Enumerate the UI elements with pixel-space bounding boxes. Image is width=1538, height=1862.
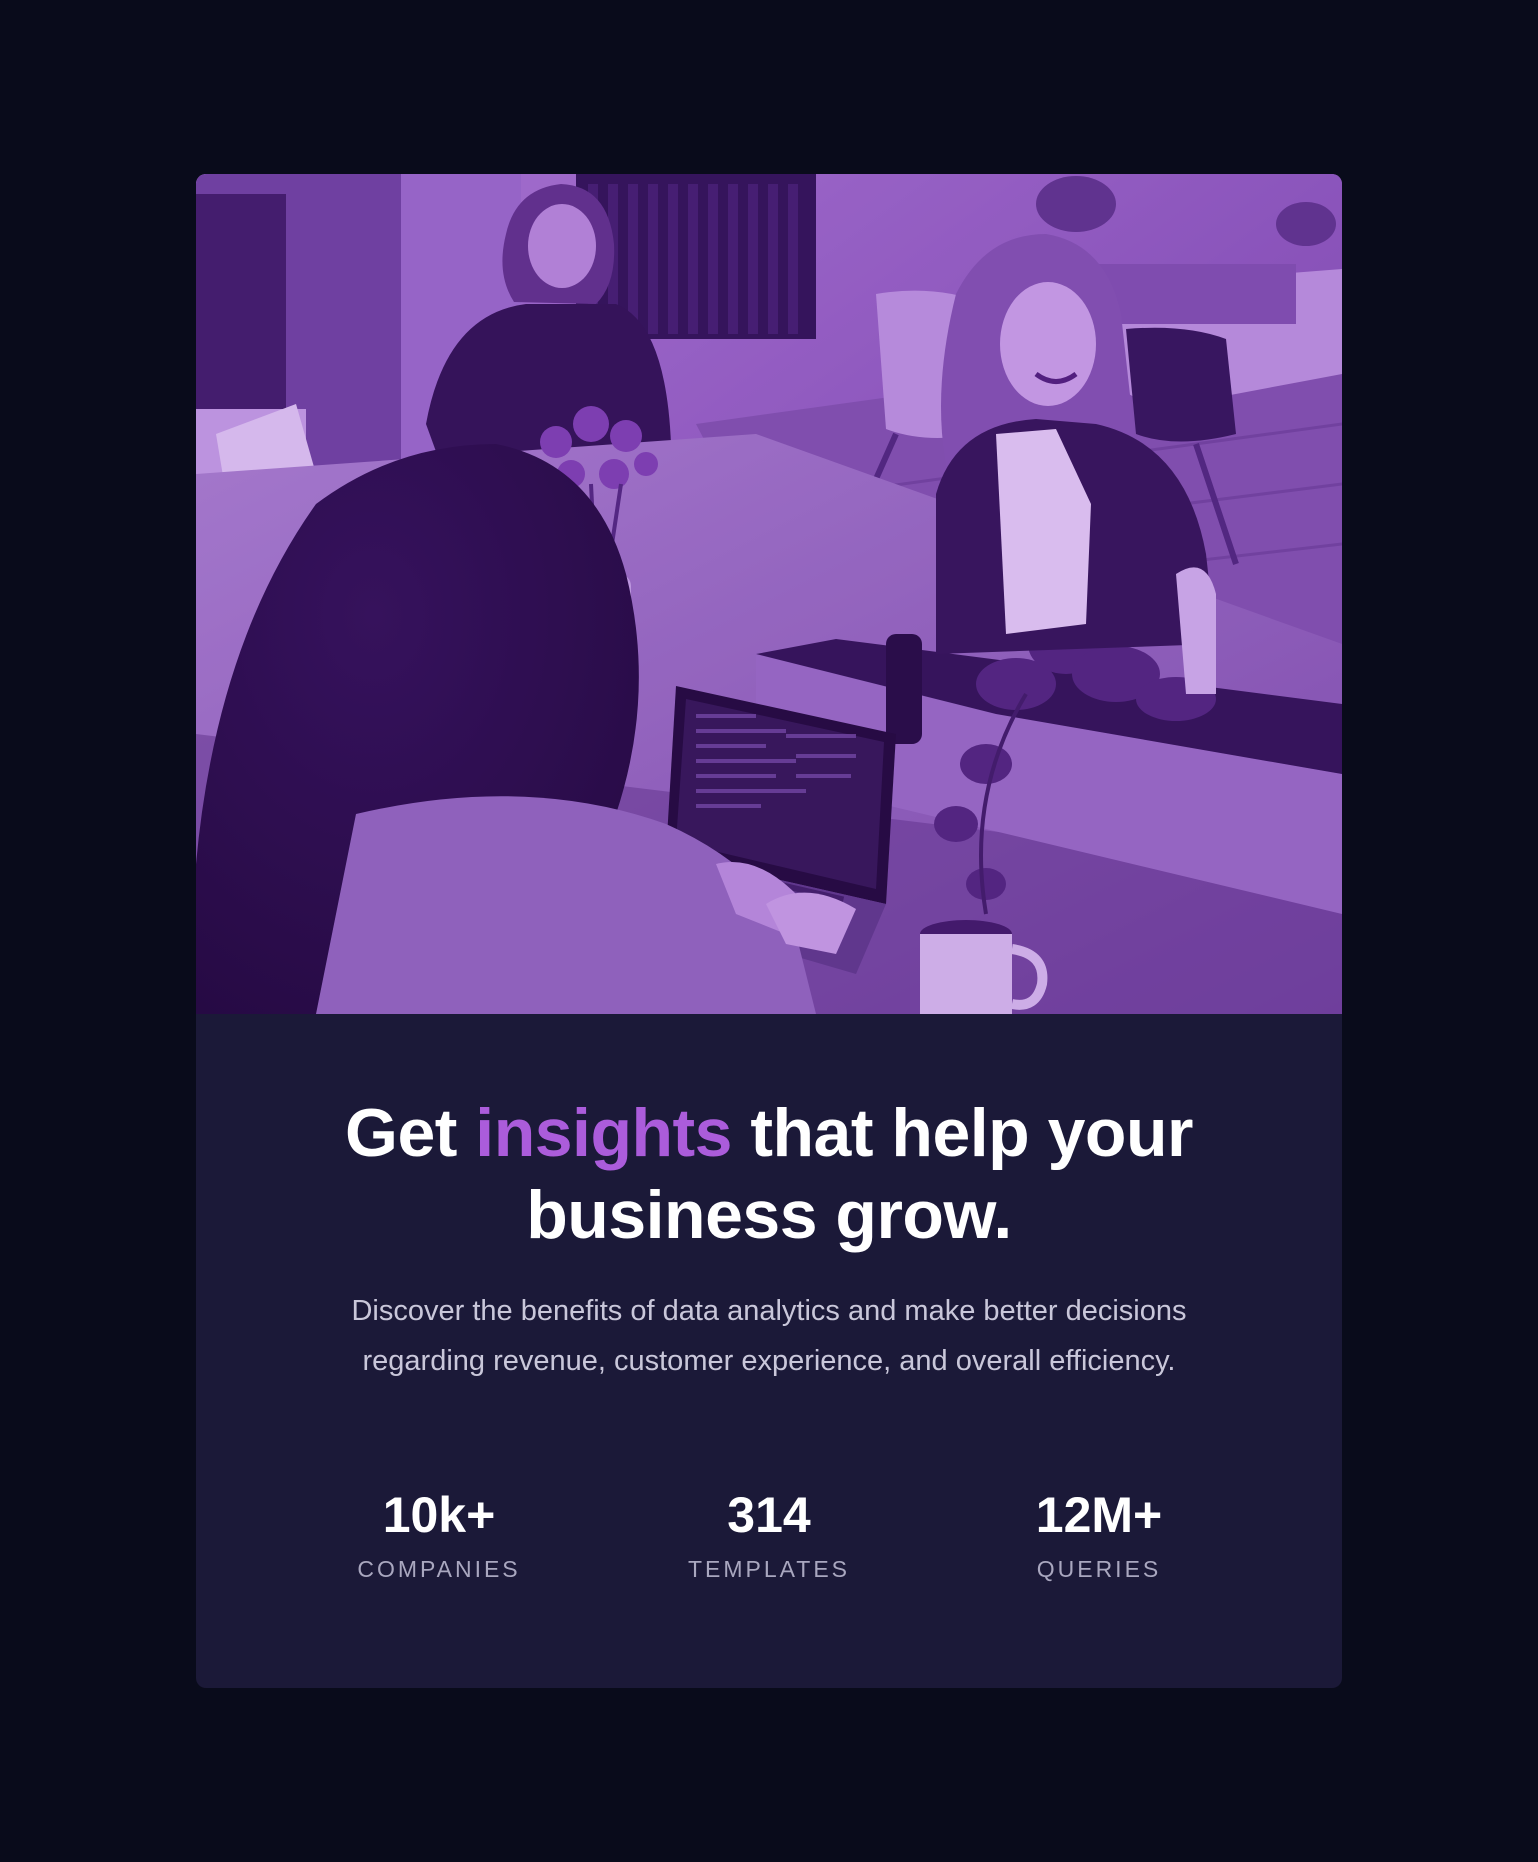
- stat-label: QUERIES: [1036, 1556, 1162, 1582]
- stat-value: 10k+: [382, 1487, 496, 1543]
- lead-paragraph: Discover the benefits of data analytics …: [351, 1295, 1187, 1377]
- stats-preview-card: Get insights that help your business gro…: [196, 174, 1342, 1688]
- hero-image: [196, 174, 1342, 1014]
- card-content: Get insights that help your business gro…: [196, 1014, 1342, 1688]
- stat-queries: 12M+ QUERIES: [949, 1486, 1249, 1584]
- stat-label: COMPANIES: [357, 1556, 521, 1582]
- stat-templates: 314 TEMPLATES: [619, 1486, 919, 1584]
- stat-value: 314: [727, 1487, 811, 1543]
- headline-lead: Get: [345, 1095, 476, 1171]
- headline-accent: insights: [475, 1095, 732, 1171]
- stat-value: 12M+: [1035, 1487, 1163, 1543]
- office-scene-illustration: [196, 174, 1342, 1014]
- stats-row: 10k+ COMPANIES 314 TEMPLATES 12M+ QUERIE…: [196, 1486, 1342, 1606]
- stat-label: TEMPLATES: [687, 1556, 851, 1582]
- headline: Get insights that help your business gro…: [196, 1092, 1342, 1256]
- stat-companies: 10k+ COMPANIES: [289, 1486, 589, 1584]
